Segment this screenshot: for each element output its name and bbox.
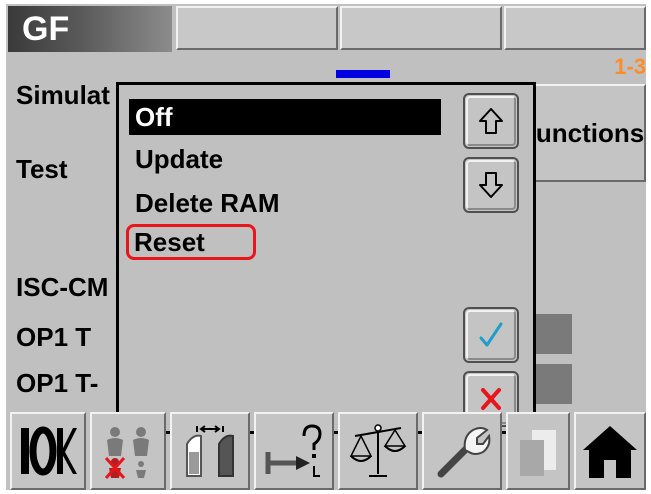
x-icon — [481, 388, 501, 410]
arrow-down-icon — [479, 172, 503, 198]
label-simulation: Simulat — [16, 80, 110, 110]
home-icon — [583, 426, 637, 478]
menu-item-off[interactable]: Off — [129, 99, 441, 135]
menu-item-delete-ram[interactable]: Delete RAM — [129, 185, 279, 221]
scroll-up-button[interactable] — [463, 93, 519, 149]
label-isc: ISC-CM — [16, 272, 109, 302]
top-tab-2[interactable] — [340, 6, 502, 50]
operators-button[interactable] — [90, 412, 166, 490]
top-tab-3[interactable] — [504, 6, 646, 50]
tools-icon — [437, 427, 491, 478]
page-indicator: 1-3 — [614, 54, 646, 79]
home-button[interactable] — [574, 412, 646, 490]
dispensing-button[interactable] — [170, 412, 250, 490]
menu-item-update[interactable]: Update — [129, 141, 223, 177]
label-test: Test — [16, 154, 68, 184]
persons-crossed-icon — [104, 427, 149, 480]
io-button[interactable] — [10, 412, 86, 490]
scale-icon — [349, 424, 407, 477]
wrench-question-icon — [265, 424, 322, 477]
pages-button[interactable] — [506, 412, 570, 490]
io-icon — [21, 426, 77, 476]
pages-icon — [520, 430, 556, 476]
label-op1-t-v: OP1 T- — [16, 368, 99, 398]
checkmark-icon — [479, 322, 503, 347]
maintenance-button[interactable] — [254, 412, 334, 490]
hmi-screen: GF 1-3 Simulat Test ISC-CM OP1 T OP1 T- … — [6, 4, 646, 490]
status-indicator-bar — [336, 70, 390, 78]
value-field-op1-t — [532, 314, 572, 354]
scroll-down-button[interactable] — [463, 157, 519, 213]
screen-title: GF — [8, 6, 172, 52]
confirm-button[interactable] — [463, 307, 519, 363]
calibration-button[interactable] — [338, 412, 418, 490]
tools-button[interactable] — [422, 412, 502, 490]
menu-item-reset[interactable]: Reset — [126, 224, 256, 260]
top-tab-1[interactable] — [176, 6, 338, 50]
functions-button[interactable]: Functions — [532, 84, 646, 182]
arrow-up-icon — [479, 108, 503, 134]
value-field-op1-t-v — [532, 364, 572, 404]
selection-popup: Off Update Delete RAM Reset — [116, 82, 536, 434]
dispenser-icon — [186, 425, 234, 477]
label-op1-t: OP1 T — [16, 322, 92, 352]
